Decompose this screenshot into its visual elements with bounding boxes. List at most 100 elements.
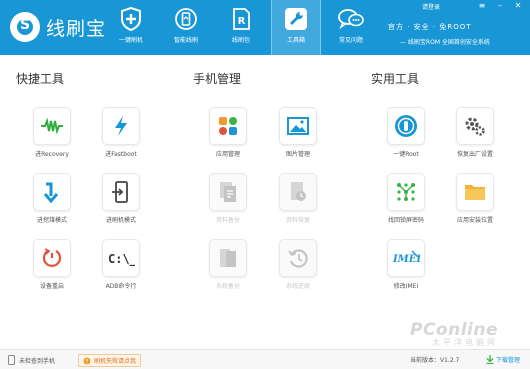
down-arrow-icon (43, 182, 59, 203)
tool-icon-box (33, 107, 71, 145)
tool-data-restore[interactable]: 资料恢复 (268, 173, 328, 224)
tool-icon-box (456, 107, 494, 145)
device-status: 未检查到手机 (8, 355, 55, 365)
tool-label: 应用安装位置 (456, 217, 493, 224)
nav-label: 常见问题 (338, 37, 363, 44)
tool-label: 资料备份 (215, 217, 240, 224)
tool-label: 进Fastboot (105, 151, 137, 158)
tool-install-location[interactable]: 应用安装位置 (445, 173, 505, 224)
apps-grid-icon (219, 117, 237, 135)
app-logo: 线刷宝 (10, 12, 106, 42)
pattern-lock-icon (397, 183, 415, 201)
minimize-icon[interactable]: – (494, 0, 506, 12)
nav-one-click-flash[interactable]: 一键刷机 (106, 0, 156, 55)
tool-data-backup[interactable]: 资料备份 (198, 173, 258, 224)
recovery-wave-icon (41, 118, 63, 134)
chat-bubbles-icon (338, 9, 364, 30)
tool-icon-box (279, 107, 317, 145)
tool-icon-box (33, 173, 71, 211)
picture-icon (287, 117, 309, 135)
tool-icon-box (209, 173, 247, 211)
imei-icon: IMEI (392, 250, 420, 265)
tool-icon-box (102, 107, 140, 145)
tool-system-restore[interactable]: 系统还原 (268, 239, 328, 290)
tool-label: 系统备份 (215, 283, 240, 290)
section-title-phone: 手机管理 (193, 72, 242, 86)
menu-icon[interactable]: ≡ (476, 0, 488, 12)
section-title-util: 实用工具 (371, 72, 420, 86)
nav-smart-flash[interactable]: 智能线刷 (161, 0, 211, 55)
login-link[interactable]: 请登录 (422, 2, 440, 11)
section-title-quick: 快捷工具 (16, 72, 65, 86)
tool-fastboot[interactable]: 进Fastboot (91, 107, 151, 158)
flash-fail-help-button[interactable]: 刷机失败请点我 (78, 354, 142, 367)
tool-label: 图片管理 (285, 151, 310, 158)
document-backup-icon (220, 182, 236, 202)
warning-icon (83, 357, 91, 364)
top-header: 线刷宝 一键刷机 智能线刷 R 线刷包 (0, 0, 530, 55)
tool-icon-box (209, 107, 247, 145)
tool-label: ADB命令行 (105, 283, 137, 290)
tool-icon-box: C:\_ (102, 239, 140, 277)
tool-icon-box (279, 239, 317, 277)
logo-icon (10, 12, 40, 42)
wrench-icon (285, 8, 307, 30)
download-icon (486, 355, 494, 364)
system-backup-icon (220, 249, 236, 267)
watermark: PConline 太平洋电脑网 (410, 320, 498, 348)
gear-icon (465, 117, 485, 136)
tool-picture-manager[interactable]: 图片管理 (268, 107, 328, 158)
main-nav: 一键刷机 智能线刷 R 线刷包 工具箱 常见问题 (106, 0, 381, 55)
tool-icon-box (387, 107, 425, 145)
tool-reboot[interactable]: 设备重启 (22, 239, 82, 290)
window-controls: ≡ – ✕ (476, 0, 524, 12)
tool-label: 修改IMEI (393, 283, 419, 290)
terminal-icon: C:\_ (108, 252, 135, 266)
tool-label: 找回锁屏密码 (387, 217, 424, 224)
tool-recovery[interactable]: 进Recovery (22, 107, 82, 158)
tool-flash-mode[interactable]: 进刷机模式 (91, 173, 151, 224)
slogan-sub: — 线刷宝ROM 全国首创安全系统 (400, 39, 490, 46)
document-restore-icon (291, 182, 306, 201)
nav-label: 线刷包 (231, 37, 250, 44)
nav-label: 工具箱 (286, 37, 305, 44)
lightning-icon (115, 116, 127, 136)
svg-text:R: R (238, 16, 246, 27)
nav-faq[interactable]: 常见问题 (326, 0, 376, 55)
status-bar: 未检查到手机 刷机失败请点我 当前版本：V1.2.7 下载管理 (0, 349, 530, 369)
nav-label: 智能线刷 (173, 37, 198, 44)
tool-icon-box (279, 173, 317, 211)
nav-rom-package[interactable]: R 线刷包 (216, 0, 266, 55)
tool-label: 进挖煤模式 (36, 217, 67, 224)
tool-icon-box (102, 173, 140, 211)
tool-one-click-root[interactable]: 一键Root (376, 107, 436, 158)
tool-modify-imei[interactable]: IMEI 修改IMEI (376, 239, 436, 290)
version-text: 当前版本：V1.2.7 (410, 357, 460, 364)
root-lock-icon (395, 115, 417, 137)
slogan-sub-text: 线刷宝ROM 全国首创安全系统 (407, 39, 490, 46)
phone-icon (8, 355, 15, 365)
tool-icon-box (387, 173, 425, 211)
device-status-text: 未检查到手机 (19, 357, 56, 365)
tool-label: 设备重启 (39, 283, 64, 290)
slogan: 官方 · 安全 · 免ROOT (388, 23, 472, 31)
folder-icon (465, 185, 485, 200)
svg-text:C:\_: C:\_ (108, 252, 135, 266)
tool-label: 一键Root (393, 151, 419, 158)
download-manager-link[interactable]: 下载管理 (486, 355, 520, 364)
tool-adb[interactable]: C:\_ ADB命令行 (91, 239, 151, 290)
close-icon[interactable]: ✕ (512, 0, 524, 12)
tool-label: 进刷机模式 (105, 217, 136, 224)
tool-app-manager[interactable]: 应用管理 (198, 107, 258, 158)
tool-factory-reset[interactable]: 恢复出厂设置 (445, 107, 505, 158)
tool-unlock-pattern[interactable]: 找回锁屏密码 (376, 173, 436, 224)
nav-label: 一键刷机 (118, 37, 143, 44)
tool-system-backup[interactable]: 系统备份 (198, 239, 258, 290)
restart-icon (42, 248, 62, 268)
nav-toolbox[interactable]: 工具箱 (271, 0, 321, 55)
plus-shield-icon (121, 7, 141, 31)
tool-download-mode[interactable]: 进挖煤模式 (22, 173, 82, 224)
tool-icon-box (456, 173, 494, 211)
system-restore-icon (288, 249, 308, 268)
tool-label: 恢复出厂设置 (456, 151, 493, 158)
